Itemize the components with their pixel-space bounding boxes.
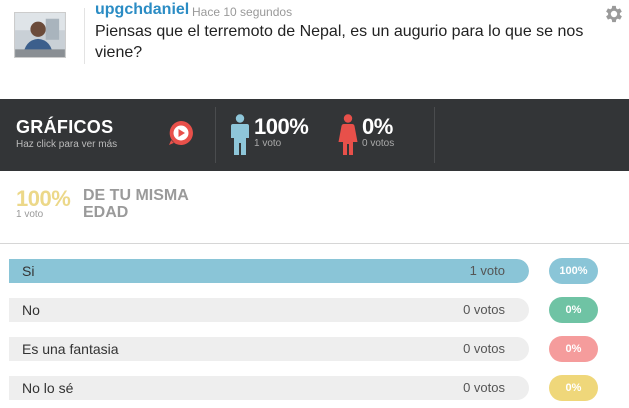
male-votes: 1 voto (254, 138, 282, 149)
poll-option[interactable]: Es una fantasia 0 votos (9, 337, 529, 361)
poll-option[interactable]: No lo sé 0 votos (9, 376, 529, 400)
female-icon (338, 114, 358, 155)
avatar-photo (15, 13, 65, 57)
option-progress-fill (9, 259, 529, 283)
age-label: DE TU MISMA EDAD (83, 187, 189, 221)
female-votes: 0 votos (362, 138, 395, 149)
username-link[interactable]: upgchdaniel (95, 1, 189, 19)
stats-separator (434, 107, 435, 163)
option-percent-badge: 0% (549, 336, 598, 362)
female-percent: 0% (362, 114, 393, 139)
option-label: Es una fantasia (22, 341, 119, 357)
option-percent-badge: 0% (549, 375, 598, 401)
graficos-title: GRÁFICOS (16, 117, 114, 137)
stats-separator (215, 107, 216, 163)
option-label: No lo sé (22, 380, 74, 396)
option-votes: 0 votos (463, 380, 505, 395)
option-percent-badge: 100% (549, 258, 598, 284)
option-votes: 0 votos (463, 341, 505, 356)
poll-post: upgchdaniel Hace 10 segundos Piensas que… (0, 0, 629, 99)
option-label: Si (22, 263, 35, 279)
male-icon (231, 114, 249, 155)
header-divider (84, 8, 85, 64)
option-percent-badge: 0% (549, 297, 598, 323)
section-divider (0, 243, 629, 244)
male-percent: 100% (254, 114, 309, 139)
avatar[interactable] (14, 12, 66, 58)
poll-question: Piensas que el terremoto de Nepal, es un… (95, 23, 584, 61)
age-votes: 1 voto (16, 209, 44, 220)
poll-option[interactable]: No 0 votos (9, 298, 529, 322)
option-votes: 0 votos (463, 302, 505, 317)
poll-option[interactable]: Si 1 voto (9, 259, 529, 283)
gear-icon[interactable] (603, 3, 625, 25)
female-stat: 0% 0 votos (338, 114, 428, 156)
option-label: No (22, 302, 40, 318)
graficos-subtitle: Haz click para ver más (16, 139, 118, 150)
play-icon[interactable] (167, 119, 195, 147)
post-timestamp: Hace 10 segundos (192, 5, 293, 19)
graficos-link[interactable]: GRÁFICOS Haz click para ver más (16, 117, 117, 150)
option-votes: 1 voto (469, 263, 505, 278)
male-stat: 100% 1 voto (230, 114, 330, 156)
